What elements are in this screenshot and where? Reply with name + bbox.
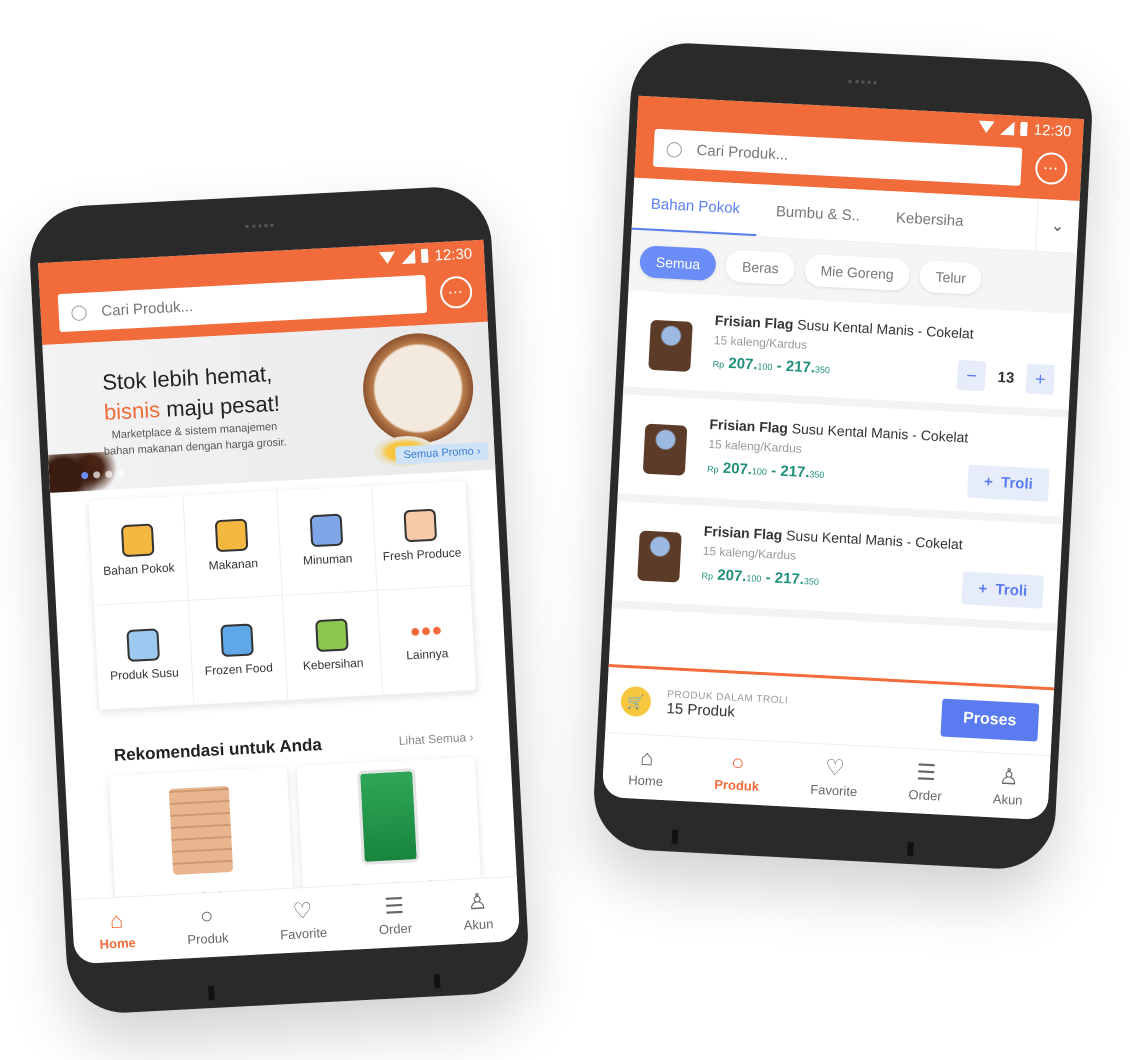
phone-home: 12:30 ◯ ··· Stok lebih hemat, bisnis maj…: [27, 184, 531, 1016]
rice-bag-image: [357, 768, 420, 866]
tab-kebersihan[interactable]: Kebersiha: [877, 191, 983, 248]
nav-home[interactable]: ⌂ Home: [98, 907, 136, 951]
speaker: [245, 223, 274, 232]
phone-produk: 12:30 ◯ ··· Bahan Pokok Bumbu & S.. Kebe…: [591, 40, 1095, 872]
proses-button[interactable]: Proses: [940, 698, 1040, 742]
more-dots-icon: ●●●: [409, 619, 443, 641]
rice-bowl-image: [360, 330, 476, 447]
milk-icon: [126, 628, 160, 662]
chip-telur[interactable]: Telur: [918, 259, 983, 296]
category-grid: Bahan Pokok Makanan Minuman Fresh Produc…: [88, 481, 478, 711]
egg-tray-image: [168, 785, 234, 875]
speaker: [848, 79, 877, 88]
product-image: [648, 319, 693, 372]
wifi-icon: [379, 251, 396, 265]
plus-button[interactable]: +: [1025, 363, 1056, 395]
see-all-link[interactable]: Lihat Semua ›: [398, 730, 473, 748]
banner-headline: Stok lebih hemat, bisnis maju pesat!: [101, 361, 281, 425]
product-image: [642, 423, 688, 476]
product-price: Rp 207.100 - 217.350: [712, 354, 831, 376]
tab-bahan-pokok[interactable]: Bahan Pokok: [631, 177, 760, 237]
phone-foot: [208, 985, 215, 1001]
product-row[interactable]: Frisian Flag Susu Kental Manis - Cokelat…: [611, 501, 1063, 632]
category-kebersihan[interactable]: Kebersihan: [282, 590, 383, 701]
phone-foot: [433, 974, 441, 989]
signal-icon: [401, 249, 417, 265]
category-bahan-pokok[interactable]: Bahan Pokok: [88, 495, 189, 606]
heart-icon: ♡: [824, 754, 846, 781]
category-minuman[interactable]: Minuman: [277, 485, 378, 596]
signal-icon: [1000, 120, 1016, 136]
add-to-cart-button[interactable]: + Troli: [967, 464, 1050, 502]
nav-favorite[interactable]: ♡ Favorite: [278, 897, 328, 942]
category-makanan[interactable]: Makanan: [182, 490, 283, 601]
search-icon: ◯: [665, 140, 684, 159]
product-price: Rp 207.100 - 217.350: [706, 459, 825, 482]
minus-button[interactable]: −: [956, 359, 987, 392]
banner-accent: bisnis: [103, 396, 161, 425]
chip-mie-goreng[interactable]: Mie Goreng: [803, 253, 911, 292]
home-screen: 12:30 ◯ ··· Stok lebih hemat, bisnis maj…: [38, 239, 521, 965]
produk-screen: 12:30 ◯ ··· Bahan Pokok Bumbu & S.. Kebe…: [601, 95, 1084, 821]
nav-produk[interactable]: ○ Produk: [186, 902, 229, 946]
promo-banner[interactable]: Stok lebih hemat, bisnis maju pesat! Mar…: [42, 321, 496, 493]
nav-produk[interactable]: ○ Produk: [714, 749, 761, 793]
chat-icon[interactable]: ···: [1034, 151, 1069, 186]
sack-icon: [120, 523, 155, 558]
user-icon: ♙: [466, 888, 488, 915]
heart-icon: ♡: [291, 897, 313, 924]
cleaner-icon: [314, 618, 349, 653]
chicken-icon: [403, 508, 438, 543]
phone-foot: [671, 829, 679, 844]
drink-icon: [309, 513, 343, 548]
nav-akun[interactable]: ♙ Akun: [993, 763, 1025, 807]
product-price: Rp 207.100 - 217.350: [701, 566, 820, 589]
quantity-stepper: − 13 +: [956, 359, 1056, 395]
nav-order[interactable]: ☰ Order: [908, 758, 943, 803]
nav-home[interactable]: ⌂ Home: [628, 744, 665, 788]
food-icon: [214, 518, 249, 553]
recommend-title: Rekomendasi untuk Anda: [113, 734, 323, 765]
category-fresh-produce[interactable]: Fresh Produce: [371, 481, 472, 591]
category-produk-susu[interactable]: Produk Susu: [94, 600, 194, 711]
phone-foot: [907, 841, 914, 857]
wifi-icon: [978, 120, 996, 134]
chip-semua[interactable]: Semua: [639, 245, 718, 282]
nav-akun[interactable]: ♙ Akun: [462, 888, 493, 932]
product-image: [637, 530, 682, 583]
search-icon: ○: [199, 902, 215, 929]
list-icon: ☰: [383, 892, 405, 919]
status-time: 12:30: [1033, 121, 1072, 140]
nav-favorite[interactable]: ♡ Favorite: [810, 754, 859, 799]
search-icon: ◯: [70, 303, 88, 322]
add-to-cart-button[interactable]: + Troli: [961, 571, 1045, 609]
chip-beras[interactable]: Beras: [725, 249, 796, 286]
search-icon: ○: [730, 749, 746, 775]
chat-icon[interactable]: ···: [439, 275, 473, 310]
battery-icon: [421, 248, 430, 264]
battery-icon: [1020, 121, 1029, 137]
home-icon: ⌂: [109, 907, 124, 933]
frozen-icon: [220, 623, 255, 658]
category-lainnya[interactable]: ●●● Lainnya: [377, 585, 478, 696]
search-input[interactable]: [694, 140, 1010, 176]
user-icon: ♙: [998, 763, 1020, 790]
stepper-value: 13: [997, 368, 1015, 387]
category-frozen-food[interactable]: Frozen Food: [188, 595, 289, 706]
search-input[interactable]: [98, 285, 415, 321]
nav-order[interactable]: ☰ Order: [377, 892, 412, 936]
chevron-down-icon[interactable]: ⌄: [1034, 198, 1080, 253]
home-icon: ⌂: [639, 744, 655, 770]
tab-bumbu[interactable]: Bumbu & S..: [757, 184, 880, 242]
cart-icon: 🛒: [620, 685, 652, 718]
list-icon: ☰: [915, 758, 937, 785]
status-time: 12:30: [434, 244, 473, 264]
all-promo-link[interactable]: Semua Promo ›: [395, 441, 489, 465]
